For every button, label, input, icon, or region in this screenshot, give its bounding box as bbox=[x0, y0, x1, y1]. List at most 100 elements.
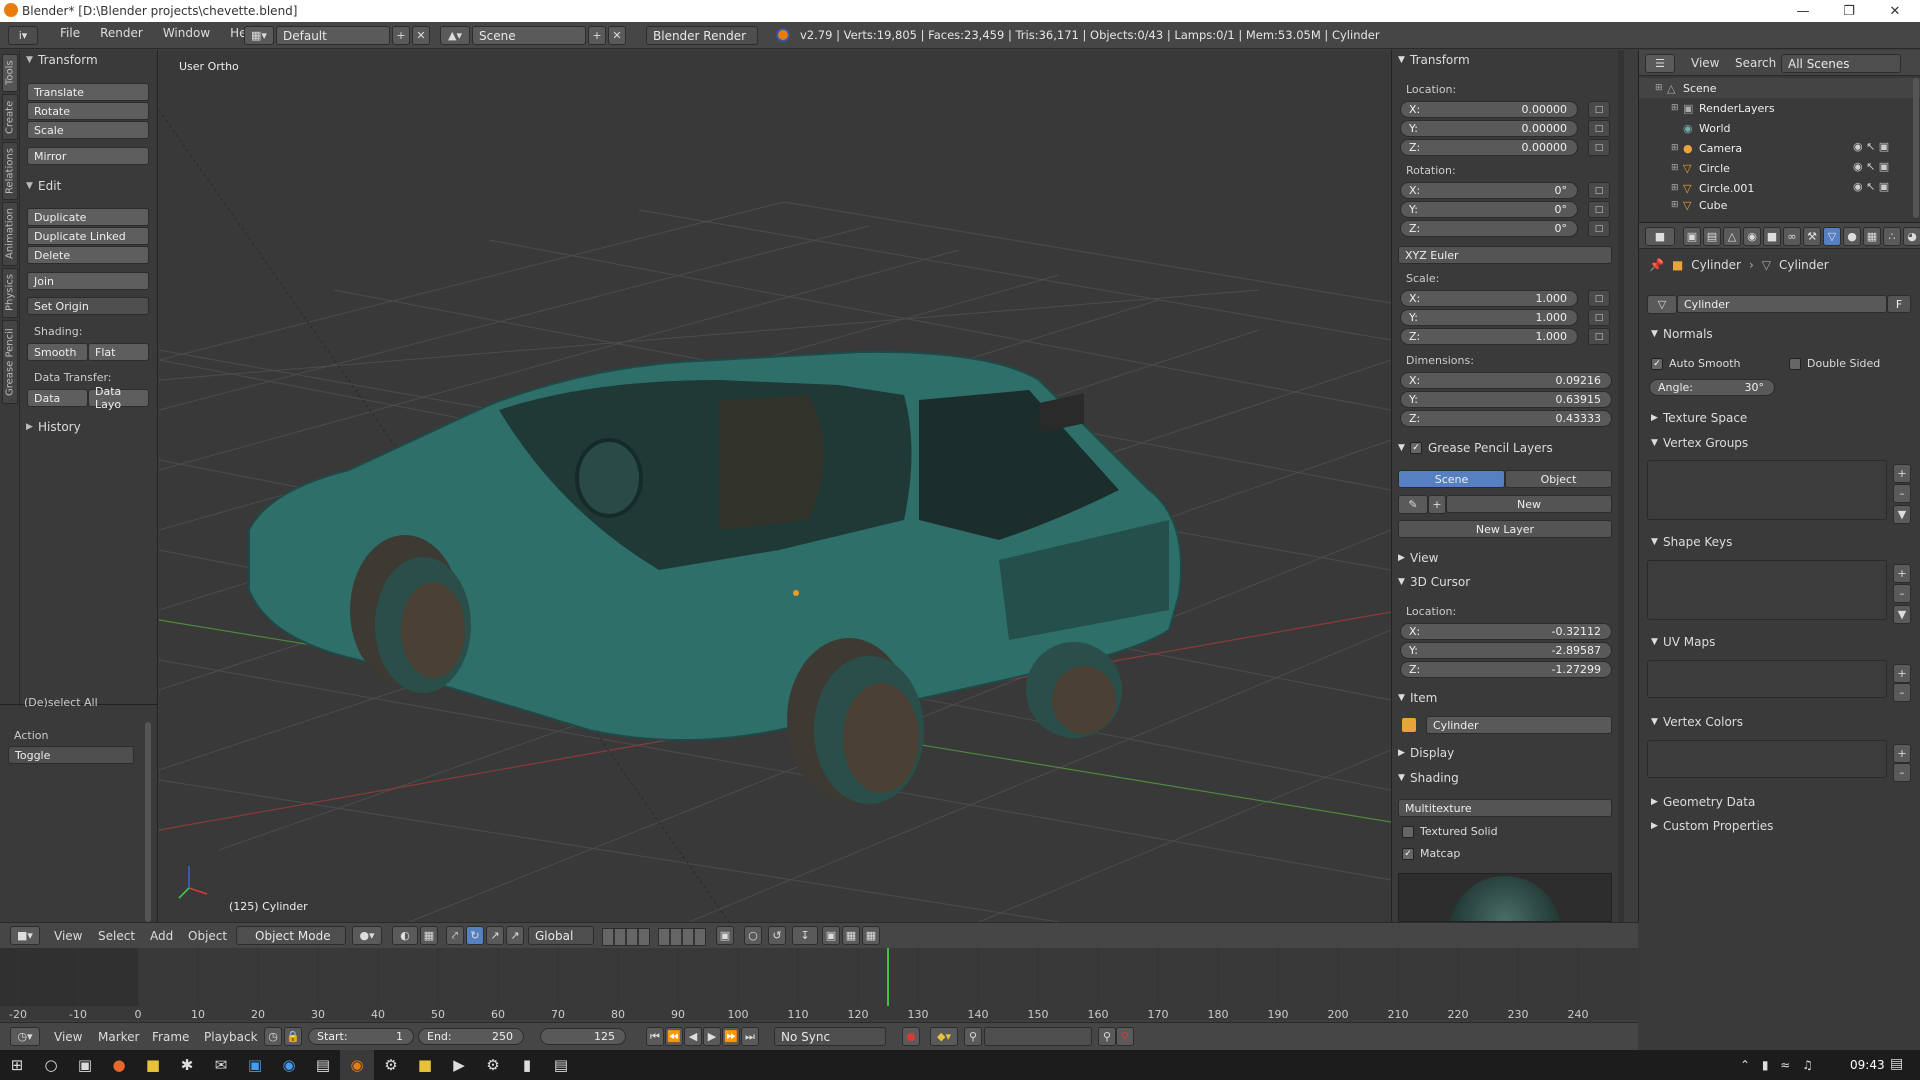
outliner-view-menu[interactable]: View bbox=[1691, 56, 1719, 70]
new-datablock-icon[interactable]: + bbox=[1428, 495, 1446, 514]
location-z-field[interactable]: Z: 0.00000 bbox=[1400, 139, 1578, 156]
object-context-icon[interactable]: ■ bbox=[1763, 227, 1781, 246]
jump-key-back-icon[interactable]: ⏪ bbox=[665, 1027, 683, 1046]
task-view-icon[interactable]: ▣ bbox=[68, 1050, 102, 1080]
scale-manipulator-icon[interactable]: ↗ bbox=[486, 926, 504, 945]
outliner-row-scene[interactable]: ⊞ △ Scene bbox=[1639, 78, 1920, 98]
render-preview-icon[interactable]: ▣ bbox=[822, 926, 840, 945]
edit-panel-header[interactable]: ▼ Edit bbox=[26, 178, 61, 194]
textured-solid-checkbox[interactable] bbox=[1402, 826, 1414, 838]
set-origin-select[interactable]: Set Origin bbox=[27, 297, 149, 315]
lock-icon[interactable]: □ bbox=[1588, 201, 1610, 218]
tray-icons[interactable]: ⌃ ▮ ≈ ♫ bbox=[1740, 1058, 1817, 1072]
rotation-y-field[interactable]: Y: 0° bbox=[1400, 201, 1578, 218]
audio-app-icon[interactable]: ▮ bbox=[510, 1050, 544, 1080]
tab-grease-pencil[interactable]: Grease Pencil bbox=[2, 320, 18, 404]
timeline-editor-icon[interactable]: ◷▾ bbox=[10, 1027, 40, 1046]
jump-start-icon[interactable]: ⏮ bbox=[646, 1027, 664, 1046]
remove-uv-map-icon[interactable]: – bbox=[1893, 683, 1911, 702]
npanel-scrollbar[interactable] bbox=[1618, 50, 1624, 922]
add-vertex-color-icon[interactable]: + bbox=[1893, 744, 1911, 763]
network-app-icon[interactable]: ▤ bbox=[544, 1050, 578, 1080]
rotate-button[interactable]: Rotate bbox=[27, 102, 149, 120]
minimize-icon[interactable]: — bbox=[1780, 0, 1826, 22]
pencil-icon[interactable]: ✎ bbox=[1398, 495, 1428, 514]
dimensions-z-field[interactable]: Z: 0.43333 bbox=[1400, 410, 1612, 427]
delete-button[interactable]: Delete bbox=[27, 246, 149, 264]
rotate-manipulator-icon[interactable]: ↻ bbox=[466, 926, 484, 945]
scene-icon[interactable]: ▲▾ bbox=[440, 26, 470, 45]
expand-icon[interactable]: ⊞ bbox=[1655, 83, 1667, 93]
snap-element-icon[interactable]: ↧ bbox=[792, 926, 818, 945]
shape-key-menu-icon[interactable]: ▼ bbox=[1893, 605, 1911, 624]
scale-x-field[interactable]: X: 1.000 bbox=[1400, 290, 1578, 307]
viewport-shading-icon[interactable]: ●▾ bbox=[352, 926, 382, 945]
expand-icon[interactable]: ⊞ bbox=[1671, 163, 1683, 173]
expand-icon[interactable]: ⊞ bbox=[1671, 103, 1683, 113]
pin-icon[interactable]: 📌 bbox=[1649, 258, 1664, 272]
cursor-y-field[interactable]: Y: -2.89587 bbox=[1400, 642, 1612, 659]
outliner-row-cube[interactable]: ⊞ ▽ Cube bbox=[1639, 198, 1920, 212]
keying-set-icon[interactable]: ◆▾ bbox=[930, 1027, 958, 1046]
constraints-context-icon[interactable]: ∞ bbox=[1783, 227, 1801, 246]
search-icon[interactable]: ○ bbox=[34, 1050, 68, 1080]
dimensions-y-field[interactable]: Y: 0.63915 bbox=[1400, 391, 1612, 408]
properties-editor-icon[interactable]: ■ bbox=[1645, 227, 1675, 246]
folder-icon[interactable]: ■ bbox=[408, 1050, 442, 1080]
viewport-menu-select[interactable]: Select bbox=[98, 929, 135, 943]
expand-icon[interactable]: ⊞ bbox=[1671, 200, 1683, 210]
scene-filter-select[interactable]: All Scenes bbox=[1781, 54, 1901, 73]
data-layout-button[interactable]: Data Layo bbox=[88, 385, 149, 411]
scene-field[interactable]: Scene bbox=[472, 26, 586, 45]
shading-header[interactable]: ▼ Shading bbox=[1398, 770, 1459, 786]
expand-icon[interactable]: ⊞ bbox=[1671, 183, 1683, 193]
transform-panel-header[interactable]: ▼ Transform bbox=[26, 52, 98, 68]
jump-end-icon[interactable]: ⏭ bbox=[741, 1027, 759, 1046]
auto-smooth-angle-field[interactable]: Angle: 30° bbox=[1649, 379, 1775, 396]
close-icon[interactable]: ✕ bbox=[1872, 0, 1918, 22]
scale-y-field[interactable]: Y: 1.000 bbox=[1400, 309, 1578, 326]
timeline-menu-view[interactable]: View bbox=[54, 1030, 82, 1044]
editor-type-info-icon[interactable]: i▾ bbox=[8, 26, 38, 45]
vertex-colors-header[interactable]: ▼ Vertex Colors bbox=[1651, 714, 1743, 730]
transform-orientation-select[interactable]: Global bbox=[528, 926, 594, 945]
physics-context-icon[interactable]: ◕ bbox=[1903, 227, 1920, 246]
custom-properties-header[interactable]: ▶ Custom Properties bbox=[1651, 818, 1773, 834]
auto-smooth-option[interactable]: ✓ Auto Smooth bbox=[1651, 357, 1740, 370]
lock-icon[interactable]: □ bbox=[1588, 182, 1610, 199]
new-grease-button[interactable]: New bbox=[1446, 495, 1612, 513]
dimensions-x-field[interactable]: X: 0.09216 bbox=[1400, 372, 1612, 389]
windows-start-icon[interactable]: ⊞ bbox=[0, 1050, 34, 1080]
delete-keyframe-icon[interactable]: ⚲ bbox=[1116, 1027, 1134, 1046]
cursor-x-field[interactable]: X: -0.32112 bbox=[1400, 623, 1612, 640]
shape-keys-header[interactable]: ▼ Shape Keys bbox=[1651, 534, 1732, 550]
double-sided-checkbox[interactable] bbox=[1789, 358, 1801, 370]
modifiers-context-icon[interactable]: ⚒ bbox=[1803, 227, 1821, 246]
lock-icon[interactable]: □ bbox=[1588, 309, 1610, 326]
3d-cursor-header[interactable]: ▼ 3D Cursor bbox=[1398, 574, 1470, 590]
browser-icon[interactable]: ◉ bbox=[272, 1050, 306, 1080]
remove-scene-icon[interactable]: ✕ bbox=[608, 26, 626, 45]
maximize-icon[interactable]: ❐ bbox=[1826, 0, 1872, 22]
timeline-menu-playback[interactable]: Playback bbox=[204, 1030, 258, 1044]
scale-button[interactable]: Scale bbox=[27, 121, 149, 139]
camera-visibility-icons[interactable]: ◉ ↖ ▣ bbox=[1853, 140, 1889, 153]
circle001-visibility-icons[interactable]: ◉ ↖ ▣ bbox=[1853, 180, 1889, 193]
matcap-option[interactable]: ✓ Matcap bbox=[1402, 847, 1460, 860]
outliner-search-menu[interactable]: Search bbox=[1735, 56, 1776, 70]
add-vertex-group-icon[interactable]: + bbox=[1893, 464, 1911, 483]
translate-button[interactable]: Translate bbox=[27, 83, 149, 101]
flat-button[interactable]: Flat bbox=[88, 343, 149, 361]
item-header[interactable]: ▼ Item bbox=[1398, 690, 1437, 706]
viewport-menu-add[interactable]: Add bbox=[150, 929, 173, 943]
tab-animation[interactable]: Animation bbox=[2, 202, 18, 266]
mesh-data-context-icon[interactable]: ▽ bbox=[1823, 227, 1841, 246]
mail-icon[interactable]: ✉ bbox=[204, 1050, 238, 1080]
screen-layout-field[interactable]: Default bbox=[276, 26, 390, 45]
timeline[interactable]: -20 -10 0 10 20 30 40 50 60 70 80 90 100 110 120 130 140… bbox=[0, 948, 1638, 1021]
grease-object-tab[interactable]: Object bbox=[1505, 470, 1612, 488]
textured-solid-option[interactable]: Textured Solid bbox=[1402, 825, 1498, 838]
viewport-menu-object[interactable]: Object bbox=[188, 929, 227, 943]
display-header[interactable]: ▶ Display bbox=[1398, 745, 1454, 761]
location-x-field[interactable]: X: 0.00000 bbox=[1400, 101, 1578, 118]
